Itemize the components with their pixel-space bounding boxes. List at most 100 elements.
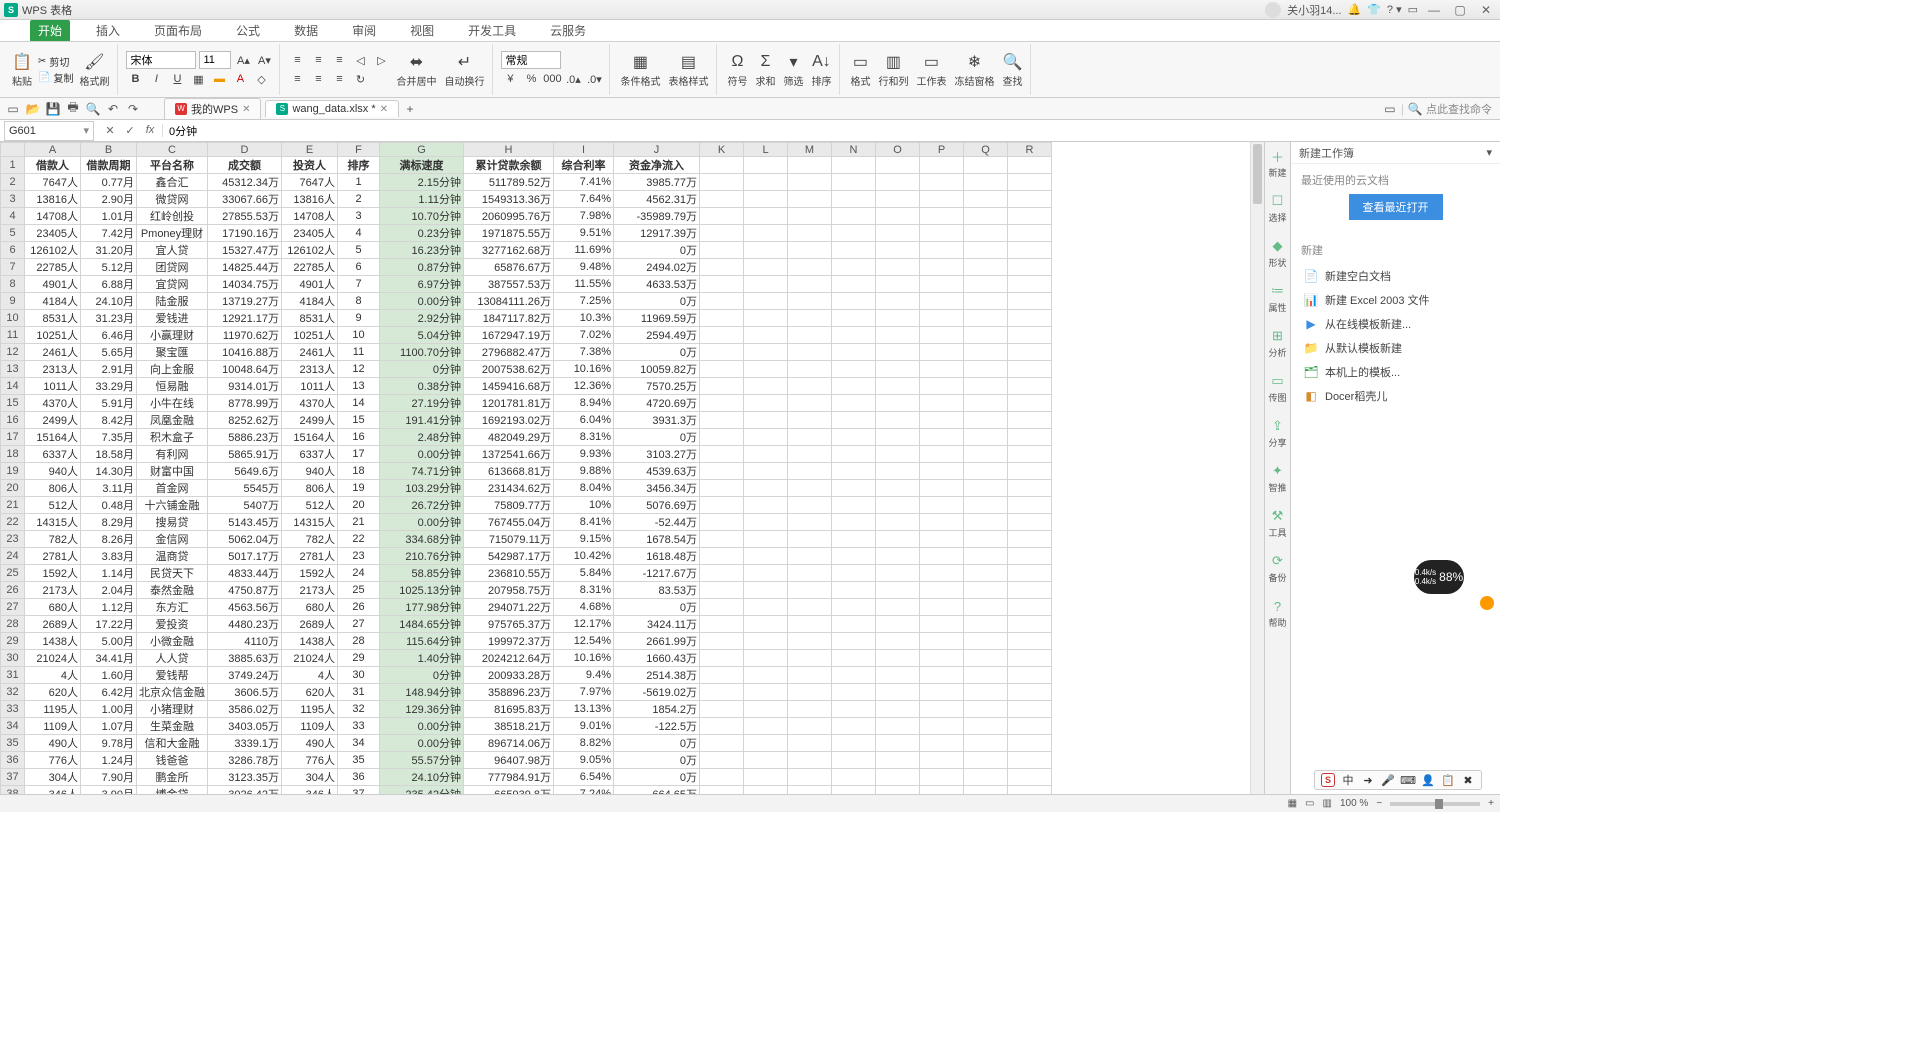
- cell[interactable]: [920, 344, 964, 361]
- cell[interactable]: 37: [338, 786, 380, 794]
- cell[interactable]: 191.41分钟: [380, 412, 464, 429]
- dec-dec-icon[interactable]: .0▾: [585, 70, 603, 88]
- cell[interactable]: [1008, 616, 1052, 633]
- cell[interactable]: [744, 650, 788, 667]
- cell[interactable]: 4901人: [282, 276, 338, 293]
- cell[interactable]: [788, 599, 832, 616]
- cell[interactable]: 613668.81万: [464, 463, 554, 480]
- font-family-select[interactable]: [126, 51, 196, 69]
- cell[interactable]: [1008, 786, 1052, 794]
- cell[interactable]: 29: [338, 650, 380, 667]
- cell[interactable]: [788, 310, 832, 327]
- cell[interactable]: [832, 259, 876, 276]
- cell[interactable]: 5.00月: [81, 633, 137, 650]
- cell[interactable]: 18.58月: [81, 446, 137, 463]
- cell[interactable]: [832, 344, 876, 361]
- side-item-5[interactable]: ▭传图: [1268, 373, 1286, 404]
- cell[interactable]: [876, 157, 920, 174]
- cell[interactable]: 34.41月: [81, 650, 137, 667]
- border-button[interactable]: ▦: [189, 70, 207, 88]
- cell[interactable]: [700, 378, 744, 395]
- cell[interactable]: 7647人: [282, 174, 338, 191]
- cell[interactable]: [876, 667, 920, 684]
- cell[interactable]: 7.64%: [554, 191, 614, 208]
- col-header[interactable]: R: [1008, 143, 1052, 157]
- cell[interactable]: 7: [338, 276, 380, 293]
- cell[interactable]: 1459416.68万: [464, 378, 554, 395]
- cell[interactable]: [876, 701, 920, 718]
- filter-button[interactable]: ▾筛选: [781, 52, 805, 88]
- number-format-select[interactable]: [501, 51, 561, 69]
- cell[interactable]: [788, 242, 832, 259]
- ime-item-5[interactable]: 📋: [1441, 773, 1455, 787]
- cell[interactable]: [700, 344, 744, 361]
- cell[interactable]: 生菜金融: [137, 718, 208, 735]
- cell[interactable]: 14825.44万: [208, 259, 282, 276]
- cell[interactable]: [1008, 769, 1052, 786]
- cell[interactable]: [744, 429, 788, 446]
- cell[interactable]: [1008, 633, 1052, 650]
- cell[interactable]: 23: [338, 548, 380, 565]
- cell[interactable]: [788, 480, 832, 497]
- cell[interactable]: 3: [338, 208, 380, 225]
- cell[interactable]: 14: [338, 395, 380, 412]
- cell[interactable]: 3026.42万: [208, 786, 282, 794]
- cell[interactable]: 2781人: [282, 548, 338, 565]
- cell[interactable]: [964, 735, 1008, 752]
- cell[interactable]: [1008, 752, 1052, 769]
- cell[interactable]: [876, 191, 920, 208]
- undo-icon[interactable]: ↶: [104, 100, 122, 118]
- cell[interactable]: 776人: [25, 752, 81, 769]
- row-header[interactable]: 1: [1, 157, 25, 174]
- cell[interactable]: 22: [338, 531, 380, 548]
- cell[interactable]: 58.85分钟: [380, 565, 464, 582]
- cell[interactable]: [920, 327, 964, 344]
- cell[interactable]: [700, 565, 744, 582]
- cell[interactable]: 1195人: [25, 701, 81, 718]
- cell[interactable]: 387557.53万: [464, 276, 554, 293]
- freeze-button[interactable]: ❄冻结窗格: [952, 52, 996, 88]
- cell[interactable]: [920, 191, 964, 208]
- cell[interactable]: [788, 633, 832, 650]
- cell[interactable]: 940人: [25, 463, 81, 480]
- row-header[interactable]: 26: [1, 582, 25, 599]
- cell[interactable]: 25: [338, 582, 380, 599]
- view-normal-icon[interactable]: ▦: [1288, 798, 1297, 809]
- cell[interactable]: 620人: [282, 684, 338, 701]
- cell[interactable]: 115.64分钟: [380, 633, 464, 650]
- cell[interactable]: 777984.91万: [464, 769, 554, 786]
- cell[interactable]: [832, 429, 876, 446]
- skin-icon[interactable]: 👕: [1367, 3, 1381, 16]
- cell[interactable]: 7.97%: [554, 684, 614, 701]
- cell[interactable]: 综合利率: [554, 157, 614, 174]
- cell[interactable]: [700, 633, 744, 650]
- cell[interactable]: [744, 157, 788, 174]
- cell[interactable]: [920, 429, 964, 446]
- cell[interactable]: 199972.37万: [464, 633, 554, 650]
- cell[interactable]: [920, 497, 964, 514]
- cell[interactable]: 东方汇: [137, 599, 208, 616]
- cell[interactable]: 24.10分钟: [380, 769, 464, 786]
- cell[interactable]: 11970.62万: [208, 327, 282, 344]
- cell[interactable]: 9: [338, 310, 380, 327]
- cell[interactable]: [832, 174, 876, 191]
- cell[interactable]: [700, 174, 744, 191]
- cell[interactable]: 12.17%: [554, 616, 614, 633]
- zoom-slider[interactable]: [1390, 802, 1480, 806]
- col-header[interactable]: L: [744, 143, 788, 157]
- cell[interactable]: 0.87分钟: [380, 259, 464, 276]
- cell[interactable]: 3123.35万: [208, 769, 282, 786]
- cell[interactable]: 31: [338, 684, 380, 701]
- menu-tab-1[interactable]: 插入: [88, 20, 128, 41]
- cell[interactable]: 11.69%: [554, 242, 614, 259]
- cell[interactable]: [1008, 718, 1052, 735]
- cell[interactable]: 0万: [614, 242, 700, 259]
- cell[interactable]: 14.30月: [81, 463, 137, 480]
- cell[interactable]: 4480.23万: [208, 616, 282, 633]
- cell[interactable]: [1008, 667, 1052, 684]
- cell[interactable]: 16.23分钟: [380, 242, 464, 259]
- cell[interactable]: 5.65月: [81, 344, 137, 361]
- cell[interactable]: [964, 718, 1008, 735]
- cell[interactable]: 33067.66万: [208, 191, 282, 208]
- cell[interactable]: 776人: [282, 752, 338, 769]
